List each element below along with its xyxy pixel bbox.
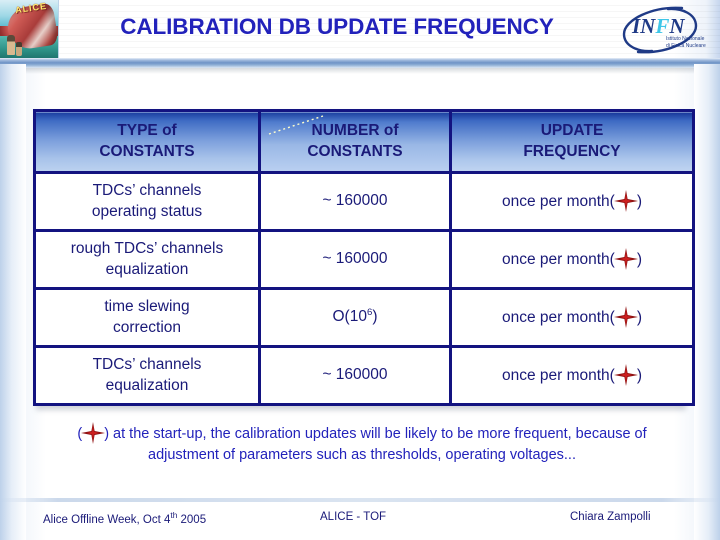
cell-type-line1: time slewing xyxy=(104,298,190,316)
cell-number-value: ~ 160000 xyxy=(322,366,388,384)
column-header-number-of-constants: NUMBER of CONSTANTS xyxy=(258,109,452,174)
table-header-row: TYPE of CONSTANTS NUMBER of CONSTANTS UP… xyxy=(33,109,695,174)
column-header-type-line2: CONSTANTS xyxy=(99,142,195,160)
table-head: TYPE of CONSTANTS NUMBER of CONSTANTS UP… xyxy=(33,109,695,174)
footnote-body: ) at the start-up, the calibration updat… xyxy=(104,426,647,464)
cell-frequency-prefix: once per month( xyxy=(501,309,615,327)
calibration-table: TYPE of CONSTANTS NUMBER of CONSTANTS UP… xyxy=(33,109,695,406)
column-header-type-line1: TYPE of xyxy=(117,121,177,139)
footnote-text: ( ) at the start-up, the calibration upd… xyxy=(48,422,676,466)
cell-type-line1: TDCs’ channels xyxy=(92,182,202,200)
slide-header-band: ALICE CALIBRATION DB UPDATE FREQUENCY IN… xyxy=(0,0,720,64)
four-point-star-icon xyxy=(613,190,638,213)
cell-frequency-prefix: once per month( xyxy=(501,251,615,269)
cell-number-value: O(10 xyxy=(332,308,367,326)
cell-type-line2: equalization xyxy=(105,376,189,394)
footer-author-name: Chiara Zampolli xyxy=(570,511,651,523)
cell-number-tail: ) xyxy=(372,308,378,326)
cell-frequency-prefix: once per month( xyxy=(501,367,615,385)
cell-type-line1: TDCs’ channels xyxy=(92,356,202,374)
cell-type-line2: correction xyxy=(112,318,182,336)
header-divider-bar xyxy=(0,58,720,68)
footer-event-info: Alice Offline Week, Oct 4th 2005 xyxy=(43,511,206,526)
cell-update-frequency: once per month( ) xyxy=(449,171,695,232)
infn-logo: INFN Istituto Nazionale di Fisica Nuclea… xyxy=(608,4,716,58)
four-point-star-icon xyxy=(613,364,638,387)
slide-footer: Alice Offline Week, Oct 4th 2005 ALICE -… xyxy=(0,508,720,532)
page-title: CALIBRATION DB UPDATE FREQUENCY xyxy=(120,14,554,39)
table-row: TDCs’ channels operating status ~ 160000… xyxy=(33,171,695,232)
infn-acronym-in: IN xyxy=(632,14,656,38)
logo-figure-2 xyxy=(16,42,22,56)
four-point-star-icon xyxy=(81,422,106,444)
cell-number-value: ~ 160000 xyxy=(322,192,388,210)
column-header-update-frequency: UPDATE FREQUENCY xyxy=(449,109,695,174)
footer-experiment-label: ALICE - TOF xyxy=(320,511,387,523)
slide-left-edge-gradient xyxy=(0,64,26,540)
infn-subtitle-line2: di Fisica Nucleare xyxy=(666,42,706,49)
cell-number-value: ~ 160000 xyxy=(322,250,388,268)
infn-subtitle: Istituto Nazionale di Fisica Nucleare xyxy=(666,36,706,49)
slide-canvas: ALICE CALIBRATION DB UPDATE FREQUENCY IN… xyxy=(0,0,720,540)
table-row: TDCs’ channels equalization ~ 160000 onc… xyxy=(33,345,695,406)
table-body: TDCs’ channels operating status ~ 160000… xyxy=(33,171,695,406)
cell-number-of-constants: ~ 160000 xyxy=(258,345,452,406)
four-point-star-icon xyxy=(613,306,638,329)
cell-type-line2: equalization xyxy=(105,260,189,278)
cell-type-line2: operating status xyxy=(91,202,203,220)
header-divider-shadow xyxy=(0,68,720,74)
table-row: rough TDCs’ channels equalization ~ 1600… xyxy=(33,229,695,290)
cell-update-frequency: once per month( ) xyxy=(449,287,695,348)
cell-number-of-constants: ~ 160000 xyxy=(258,229,452,290)
cell-type-of-constants: time slewing correction xyxy=(33,287,261,348)
cell-update-frequency: once per month( ) xyxy=(449,229,695,290)
cell-number-of-constants: ~ 160000 xyxy=(258,171,452,232)
four-point-star-icon xyxy=(613,248,638,271)
column-header-frequency-line1: UPDATE xyxy=(540,121,604,139)
column-header-type-of-constants: TYPE of CONSTANTS xyxy=(33,109,261,174)
footer-divider xyxy=(0,498,720,502)
calibration-table-container: TYPE of CONSTANTS NUMBER of CONSTANTS UP… xyxy=(33,109,695,406)
cell-type-of-constants: TDCs’ channels equalization xyxy=(33,345,261,406)
column-header-number-line2: CONSTANTS xyxy=(307,142,403,160)
alice-detector-logo: ALICE xyxy=(0,0,59,58)
cell-number-of-constants: O(106) xyxy=(258,287,452,348)
column-header-number-line1: NUMBER of xyxy=(311,121,399,139)
infn-acronym-n: N xyxy=(669,14,685,38)
cell-type-of-constants: TDCs’ channels operating status xyxy=(33,171,261,232)
logo-figure-1 xyxy=(7,35,15,55)
cell-type-line1: rough TDCs’ channels xyxy=(70,240,224,258)
slide-right-edge-gradient xyxy=(694,64,720,540)
footer-event-post: 2005 xyxy=(177,513,207,526)
infn-subtitle-line1: Istituto Nazionale xyxy=(666,36,705,42)
infn-acronym-f: F xyxy=(655,14,670,38)
cell-update-frequency: once per month( ) xyxy=(449,345,695,406)
footer-event-pre: Alice Offline Week, Oct 4 xyxy=(43,513,171,526)
cell-frequency-prefix: once per month( xyxy=(501,193,615,211)
column-header-frequency-line2: FREQUENCY xyxy=(523,142,621,160)
table-row: time slewing correction O(106) once per … xyxy=(33,287,695,348)
cell-type-of-constants: rough TDCs’ channels equalization xyxy=(33,229,261,290)
